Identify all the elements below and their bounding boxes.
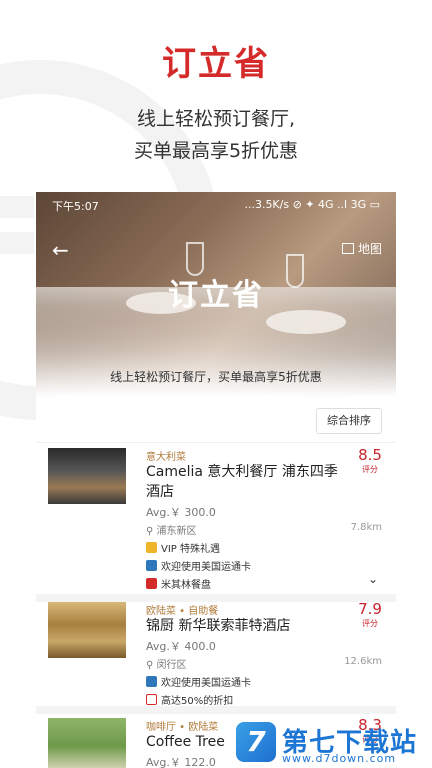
- feature-discount: 高达50%的折扣: [146, 692, 233, 707]
- restaurant-score: 8.5 评分: [358, 446, 382, 475]
- restaurant-category: 咖啡厅 • 欧陆菜: [146, 722, 219, 733]
- map-label: 地图: [357, 242, 382, 256]
- restaurant-avg-price: Avg.￥ 122.0: [146, 756, 216, 768]
- app-page: 订立省 线上轻松预订餐厅, 买单最高享5折优惠 下午5:07 ...3.5K/s…: [0, 0, 432, 768]
- restaurant-category: 欧陆菜 • 自助餐: [146, 606, 219, 617]
- background-decoration: [0, 196, 34, 218]
- phone-screen: 下午5:07 ...3.5K/s ⊘ ✦ 4G ..l 3G ▭ ← 地图 订立…: [36, 192, 396, 768]
- restaurant-score: 7.9 评分: [358, 600, 382, 629]
- promo-subtitle-line-1: 线上轻松预订餐厅,: [136, 108, 296, 130]
- promo-subtitle-line-2: 买单最高享5折优惠: [133, 140, 299, 162]
- background-decoration: [0, 232, 34, 254]
- restaurant-avg-price: Avg.￥ 400.0: [146, 640, 216, 653]
- amex-card-icon: [146, 676, 157, 687]
- site-watermark: 7 第七下载站 www.d7down.com: [236, 720, 432, 768]
- restaurant-location: ⚲ 浦东新区: [146, 526, 197, 537]
- status-indicators: ...3.5K/s ⊘ ✦ 4G ..l 3G ▭: [244, 198, 380, 211]
- arrow-left-icon: ←: [52, 238, 69, 262]
- status-time: 下午5:07: [52, 200, 99, 213]
- watermark-url: www.d7down.com: [282, 752, 397, 765]
- feature-amex: 欢迎使用美国运通卡: [146, 558, 251, 573]
- restaurant-thumbnail: [48, 718, 126, 768]
- promo-title: 订立省: [162, 44, 270, 84]
- restaurant-name: 锦厨 新华联索菲特酒店: [146, 618, 291, 634]
- divider: [36, 442, 396, 443]
- restaurant-name: Camelia 意大利餐厅 浦东四季酒店: [146, 464, 338, 500]
- feature-amex: 欢迎使用美国运通卡: [146, 674, 251, 689]
- restaurant-category: 意大利菜: [146, 452, 186, 463]
- feature-vip: VIP 特殊礼遇: [146, 540, 220, 555]
- michelin-icon: [146, 578, 157, 589]
- thumbs-up-icon: [146, 542, 157, 553]
- status-bar: 下午5:07 ...3.5K/s ⊘ ✦ 4G ..l 3G ▭: [52, 198, 380, 216]
- restaurant-distance: 7.8km: [350, 522, 382, 533]
- map-icon: [341, 243, 354, 254]
- map-button[interactable]: 地图: [341, 240, 382, 257]
- hero-title: 订立省: [168, 278, 264, 313]
- restaurant-thumbnail: [48, 602, 126, 658]
- restaurant-card[interactable]: 欧陆菜 • 自助餐 锦厨 新华联索菲特酒店 Avg.￥ 400.0 ⚲ 闵行区 …: [36, 600, 396, 712]
- hero-subtitle: 线上轻松预订餐厅，买单最高享5折优惠: [110, 370, 322, 384]
- separator: [36, 706, 396, 714]
- restaurant-card[interactable]: 意大利菜 Camelia 意大利餐厅 浦东四季酒店 Avg.￥ 300.0 ⚲ …: [36, 446, 396, 591]
- amex-card-icon: [146, 560, 157, 571]
- feature-michelin: 米其林餐盘: [146, 576, 211, 591]
- restaurant-thumbnail: [48, 448, 126, 504]
- restaurant-avg-price: Avg.￥ 300.0: [146, 506, 216, 519]
- chevron-down-icon[interactable]: ⌄: [368, 572, 378, 586]
- score-value: 7.9: [358, 600, 382, 618]
- score-label: 评分: [362, 465, 378, 474]
- discount-icon: [146, 694, 157, 705]
- score-value: 8.5: [358, 446, 382, 464]
- score-label: 评分: [362, 619, 378, 628]
- separator: [36, 594, 396, 602]
- restaurant-distance: 12.6km: [344, 656, 382, 667]
- location-pin-icon: ⚲: [146, 660, 157, 671]
- watermark-logo: 7: [236, 722, 276, 762]
- location-pin-icon: ⚲: [146, 526, 157, 537]
- restaurant-location: ⚲ 闵行区: [146, 660, 187, 671]
- sort-button[interactable]: 综合排序: [316, 408, 382, 434]
- back-button[interactable]: ←: [52, 238, 69, 262]
